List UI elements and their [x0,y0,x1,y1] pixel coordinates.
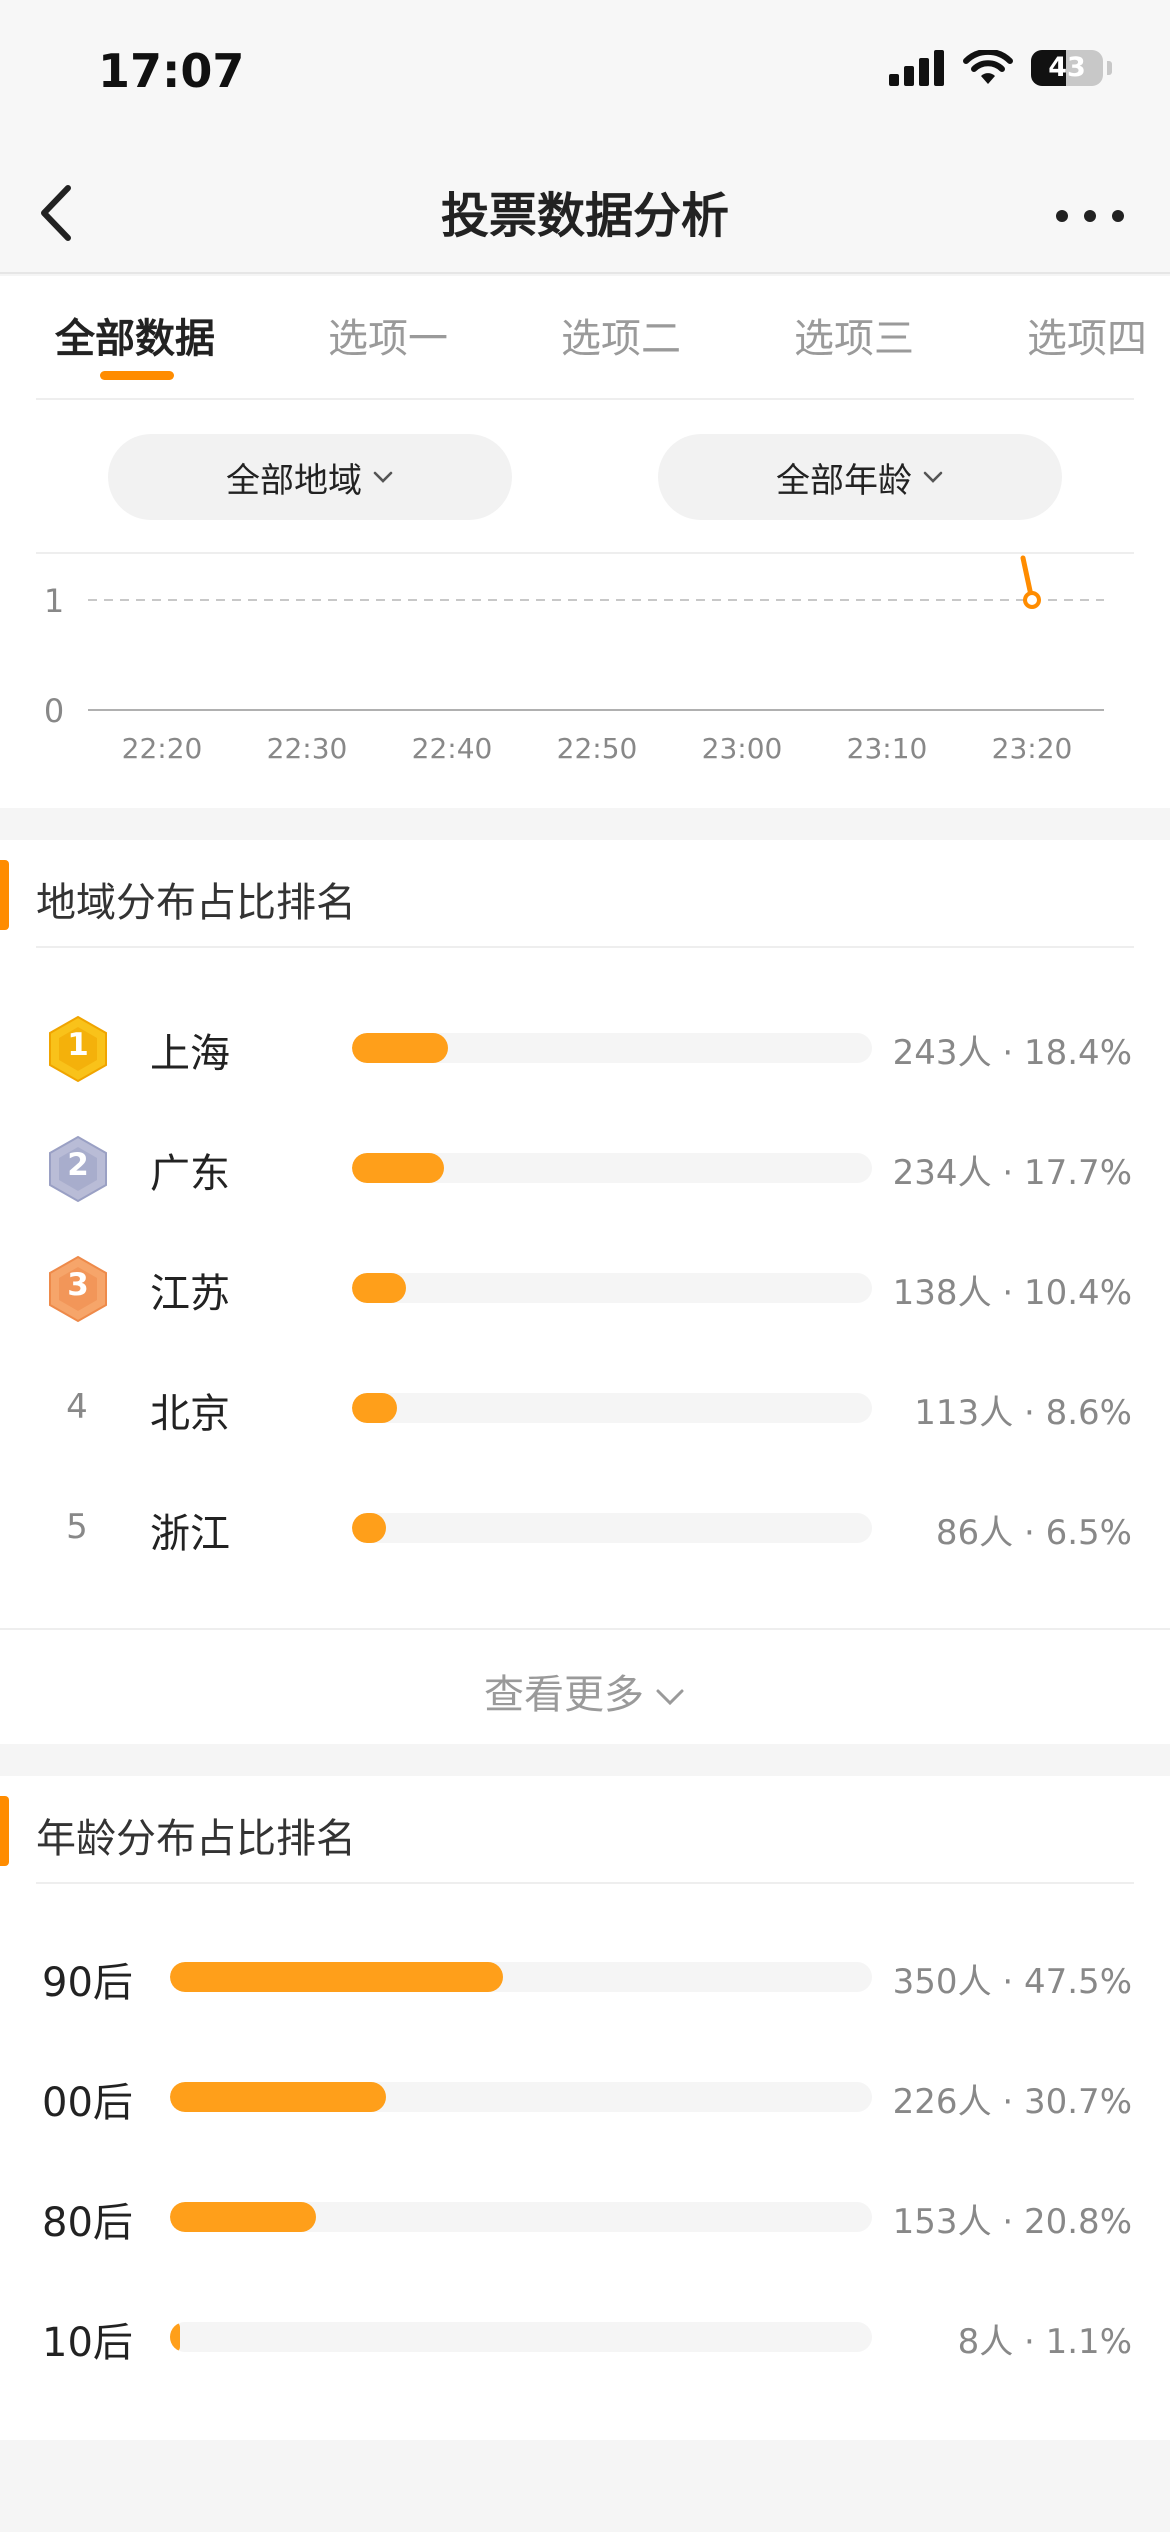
progress-fill [352,1033,448,1063]
nav-bar: 投票数据分析 [0,150,1170,274]
section-divider [36,1882,1134,1884]
progress-track [352,1033,872,1063]
x-tick-label: 23:20 [992,732,1073,765]
age-group: 90后 [42,1960,133,2006]
rank-number: 3 [67,1267,89,1303]
y-tick-label: 0 [44,692,64,730]
progress-fill [352,1153,445,1183]
battery-tip [1107,61,1112,75]
region-value: 138人 · 10.4% [892,1273,1132,1313]
progress-track [352,1273,872,1303]
progress-track [352,1513,872,1543]
age-group: 10后 [42,2320,133,2366]
x-tick-label: 22:20 [122,732,203,765]
region-name: 北京 [150,1391,230,1437]
region-ranking-section: 地域分布占比排名 1 上海 243人 · 18.4% 2 广东 234人 · 17.7% 3… [0,840,1170,1628]
tab-all-data[interactable]: 全部数据 [55,306,215,364]
region-row: 2 广东 234人 · 17.7% [0,1127,1170,1207]
age-row: 10后 8人 · 1.1% [0,2296,1170,2376]
progress-fill [170,1962,504,1992]
page-title: 投票数据分析 [440,188,729,244]
region-name: 广东 [150,1151,230,1197]
region-name: 浙江 [150,1511,230,1557]
age-ranking-section: 年龄分布占比排名 90后 350人 · 47.5% 00后 226人 · 30.7% 8… [0,1776,1170,2440]
status-bar: 17:07 43 [0,0,1170,150]
tab-bar: 全部数据 选项一 选项二 选项三 选项四 [0,276,1170,400]
progress-track [170,2322,872,2352]
rank-number: 2 [67,1147,89,1183]
view-more-button[interactable]: 查看更多 [0,1628,1170,1744]
section-title: 地域分布占比排名 [36,880,356,926]
age-value: 350人 · 47.5% [892,1962,1132,2002]
x-tick-label: 23:10 [847,732,928,765]
view-more-label: 查看更多 [484,1672,644,1718]
rank-number: 4 [66,1387,88,1427]
x-tick-label: 22:40 [412,732,493,765]
status-time: 17:07 [98,44,245,98]
progress-track [170,1962,872,1992]
more-icon[interactable] [1050,186,1130,246]
progress-track [352,1153,872,1183]
progress-fill [170,2202,317,2232]
battery-level: 43 [1048,52,1086,83]
section-title: 年龄分布占比排名 [36,1816,356,1862]
progress-track [352,1393,872,1423]
region-row: 3 江苏 138人 · 10.4% [0,1247,1170,1327]
age-row: 80后 153人 · 20.8% [0,2176,1170,2256]
region-value: 86人 · 6.5% [935,1513,1132,1553]
progress-fill [352,1513,386,1543]
signal-icon [889,50,944,86]
progress-track [170,2082,872,2112]
wifi-icon [963,50,1013,84]
age-group: 00后 [42,2080,133,2126]
region-value: 234人 · 17.7% [892,1153,1132,1193]
status-icons: 43 [889,50,1112,86]
progress-fill [352,1393,397,1423]
section-divider [36,946,1134,948]
age-value: 226人 · 30.7% [892,2082,1132,2122]
medal-icon: 1 [46,1015,110,1083]
section-accent [0,1796,9,1866]
progress-fill [352,1273,407,1303]
tab-option-2[interactable]: 选项二 [561,306,681,364]
age-group: 80后 [42,2200,133,2246]
x-tick-label: 22:30 [267,732,348,765]
progress-track [170,2202,872,2232]
tab-option-4[interactable]: 选项四 [1027,306,1147,364]
rank-number: 5 [66,1507,88,1547]
age-value: 153人 · 20.8% [892,2202,1132,2242]
region-name: 江苏 [150,1271,230,1317]
medal-icon: 3 [46,1255,110,1323]
x-tick-label: 23:00 [702,732,783,765]
trend-line-chart: 0 1 22:20 22:30 22:40 22:50 23:00 23:10 23:20 [44,555,1104,765]
trend-chart-card: 全部地域 全部年龄 0 1 22:20 22:30 22:40 22:50 23:00 23:… [0,400,1170,808]
age-row: 00后 226人 · 30.7% [0,2056,1170,2136]
age-value: 8人 · 1.1% [957,2322,1132,2362]
data-point [1023,591,1041,609]
progress-fill [170,2082,386,2112]
region-row: 4 北京 113人 · 8.6% [0,1367,1170,1447]
section-accent [0,860,9,930]
battery-icon: 43 [1031,50,1103,86]
region-value: 243人 · 18.4% [892,1033,1132,1073]
y-tick-label: 1 [44,582,64,620]
x-tick-label: 22:50 [557,732,638,765]
tab-option-3[interactable]: 选项三 [794,306,914,364]
progress-fill [170,2322,180,2352]
tab-option-1[interactable]: 选项一 [328,306,448,364]
region-row: 5 浙江 86人 · 6.5% [0,1487,1170,1567]
rank-number: 1 [67,1027,89,1063]
region-row: 1 上海 243人 · 18.4% [0,1007,1170,1087]
region-name: 上海 [150,1031,230,1077]
chevron-down-icon [656,1689,684,1706]
age-row: 90后 350人 · 47.5% [0,1936,1170,2016]
medal-icon: 2 [46,1135,110,1203]
tab-indicator [100,371,174,380]
region-value: 113人 · 8.6% [914,1393,1132,1433]
